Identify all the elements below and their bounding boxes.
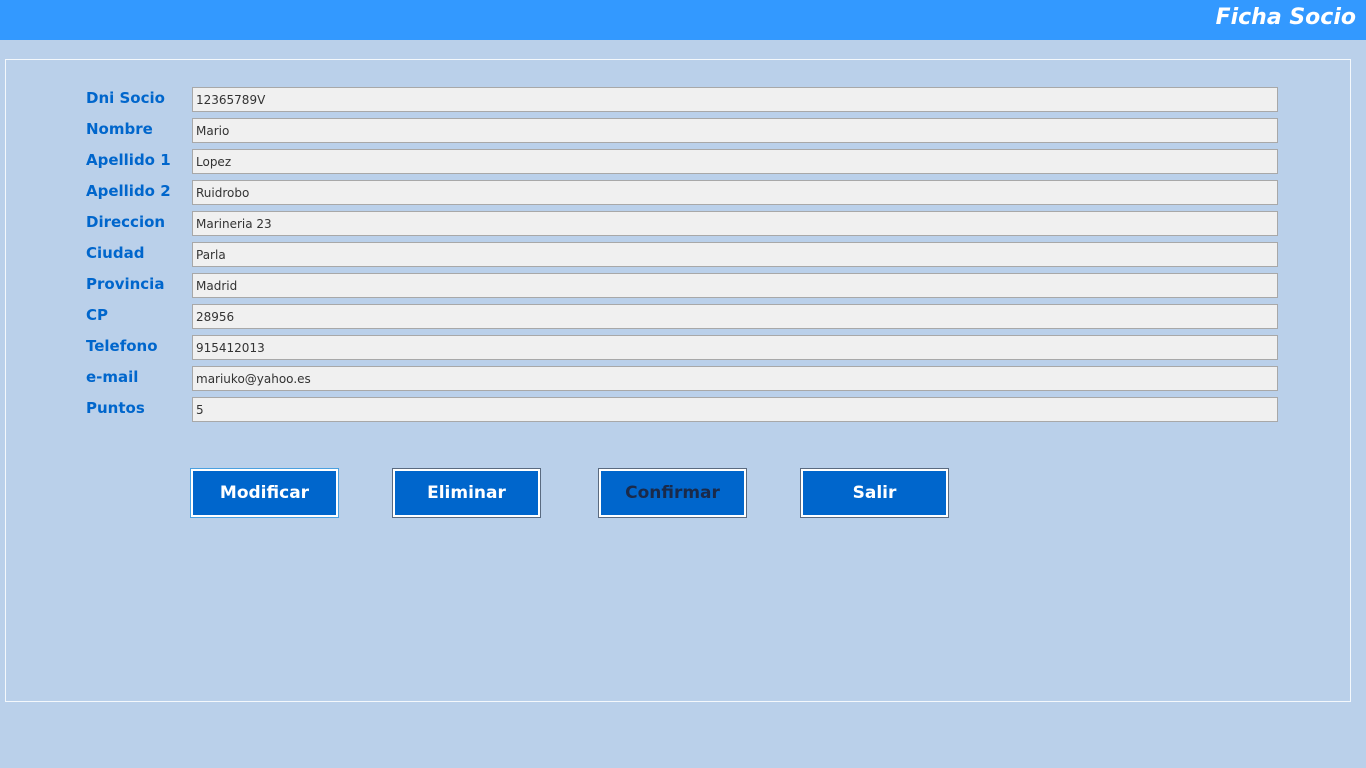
dni-input[interactable] (192, 87, 1278, 112)
field-row-apellido2: Apellido 2 (86, 180, 1278, 205)
nombre-input[interactable] (192, 118, 1278, 143)
modificar-button[interactable]: Modificar (190, 468, 339, 518)
field-row-dni: Dni Socio (86, 87, 1278, 112)
nombre-label: Nombre (86, 120, 153, 138)
email-input[interactable] (192, 366, 1278, 391)
field-row-cp: CP (86, 304, 1278, 329)
apellido2-input[interactable] (192, 180, 1278, 205)
field-row-nombre: Nombre (86, 118, 1278, 143)
field-row-email: e-mail (86, 366, 1278, 391)
field-row-telefono: Telefono (86, 335, 1278, 360)
cp-label: CP (86, 306, 109, 324)
page-title: Ficha Socio (1215, 5, 1356, 30)
puntos-input[interactable] (192, 397, 1278, 422)
puntos-label: Puntos (86, 399, 145, 417)
provincia-input[interactable] (192, 273, 1278, 298)
cp-input[interactable] (192, 304, 1278, 329)
apellido1-label: Apellido 1 (86, 151, 171, 169)
direccion-input[interactable] (192, 211, 1278, 236)
confirmar-button[interactable]: Confirmar (598, 468, 747, 518)
eliminar-button[interactable]: Eliminar (392, 468, 541, 518)
apellido2-label: Apellido 2 (86, 182, 171, 200)
field-row-direccion: Direccion (86, 211, 1278, 236)
ciudad-input[interactable] (192, 242, 1278, 267)
header-bar: Ficha Socio (0, 0, 1366, 40)
provincia-label: Provincia (86, 275, 165, 293)
direccion-label: Direccion (86, 213, 166, 231)
salir-button[interactable]: Salir (800, 468, 949, 518)
telefono-input[interactable] (192, 335, 1278, 360)
telefono-label: Telefono (86, 337, 158, 355)
field-row-puntos: Puntos (86, 397, 1278, 422)
apellido1-input[interactable] (192, 149, 1278, 174)
dni-label: Dni Socio (86, 89, 165, 107)
field-row-ciudad: Ciudad (86, 242, 1278, 267)
field-row-provincia: Provincia (86, 273, 1278, 298)
email-label: e-mail (86, 368, 139, 386)
ciudad-label: Ciudad (86, 244, 145, 262)
field-row-apellido1: Apellido 1 (86, 149, 1278, 174)
